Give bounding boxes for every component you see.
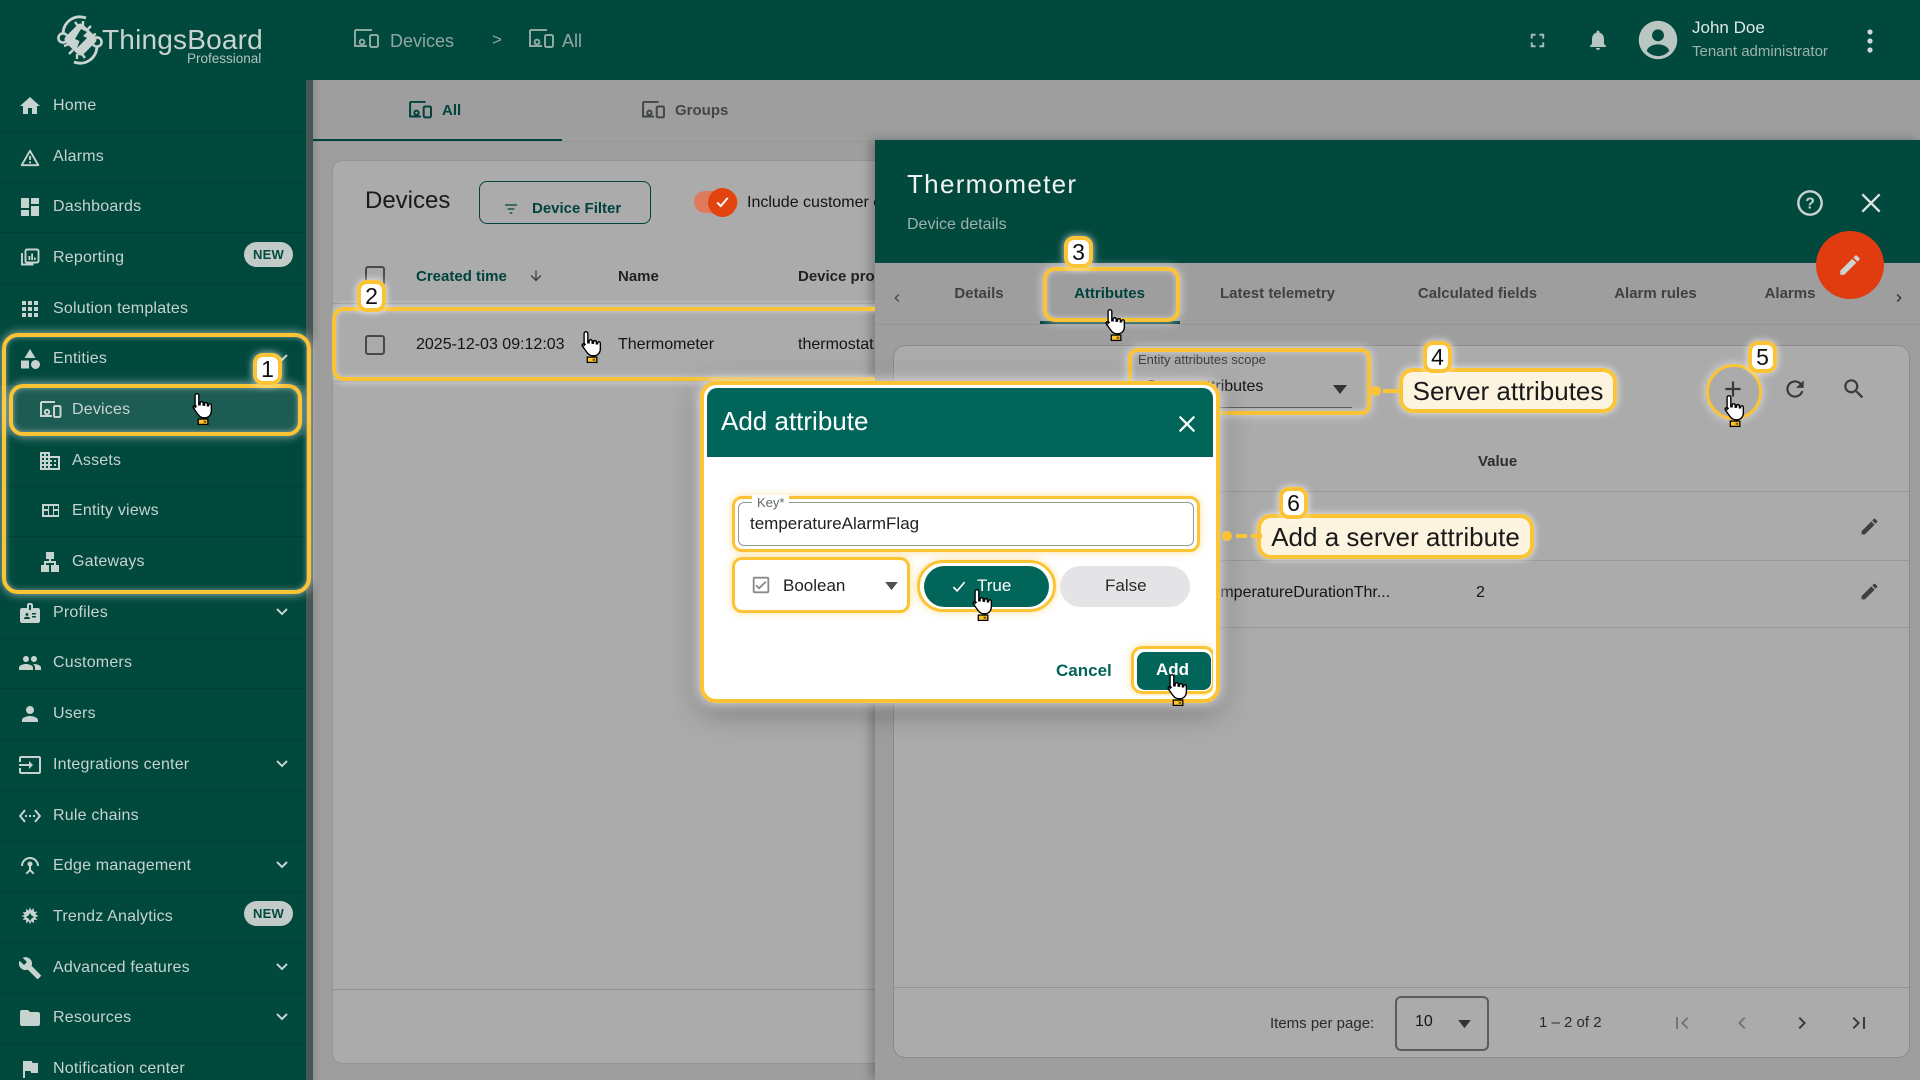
svg-text:?: ?	[1805, 196, 1815, 213]
